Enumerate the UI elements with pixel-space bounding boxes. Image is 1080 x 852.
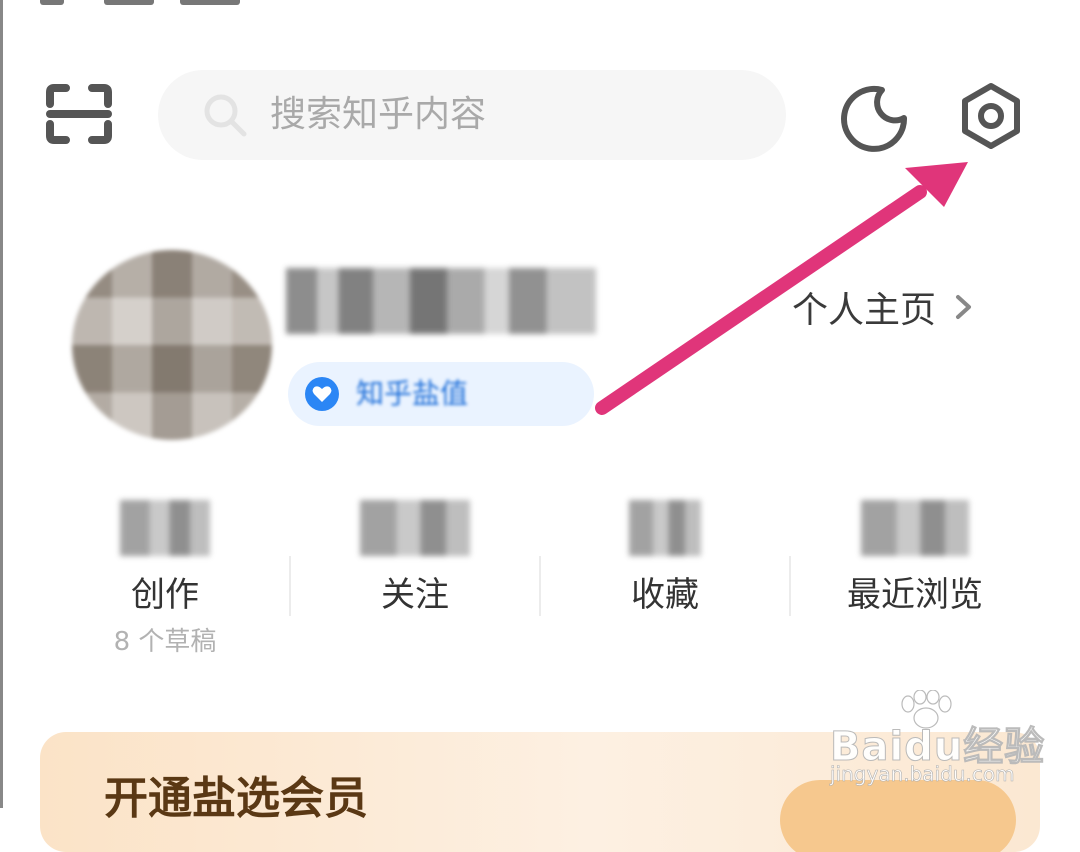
chevron-right-icon	[956, 295, 972, 319]
stat-label: 创作	[131, 575, 199, 615]
stat-following[interactable]: 关注	[290, 500, 540, 618]
vip-membership-card[interactable]: 开通盐选会员	[40, 732, 1040, 852]
settings-icon[interactable]	[955, 80, 1027, 152]
stat-subtext: 8 个草稿	[113, 627, 217, 657]
search-input[interactable]: 搜索知乎内容	[158, 70, 786, 160]
stat-favorites[interactable]: 收藏	[540, 500, 790, 618]
personal-homepage-link[interactable]: 个人主页	[792, 282, 976, 332]
stat-label: 关注	[381, 575, 449, 615]
homepage-link-label: 个人主页	[792, 290, 937, 331]
stat-creation[interactable]: 创作 8 个草稿	[40, 500, 290, 660]
vip-open-button[interactable]	[780, 780, 1016, 852]
status-bar-fragment	[40, 0, 300, 8]
screen-edge	[0, 0, 3, 808]
vip-title: 开通盐选会员	[104, 773, 368, 824]
stat-label: 最近浏览	[847, 575, 983, 615]
heart-badge-icon	[305, 377, 339, 411]
stat-count-blurred	[360, 500, 470, 556]
stat-count-blurred	[861, 500, 969, 556]
stat-recent[interactable]: 最近浏览	[790, 500, 1040, 618]
stat-label: 收藏	[631, 575, 699, 615]
scan-icon[interactable]	[44, 82, 114, 146]
search-icon	[204, 94, 247, 137]
stat-count-blurred	[629, 500, 701, 556]
badge-text: 知乎盐值	[356, 377, 469, 410]
moon-icon[interactable]	[838, 82, 910, 154]
salt-value-badge[interactable]: 知乎盐值	[288, 362, 594, 426]
paw-icon	[901, 690, 952, 729]
stat-count-blurred	[120, 500, 210, 556]
search-placeholder: 搜索知乎内容	[270, 94, 487, 135]
username-blurred[interactable]	[286, 268, 596, 334]
avatar[interactable]	[72, 250, 272, 440]
